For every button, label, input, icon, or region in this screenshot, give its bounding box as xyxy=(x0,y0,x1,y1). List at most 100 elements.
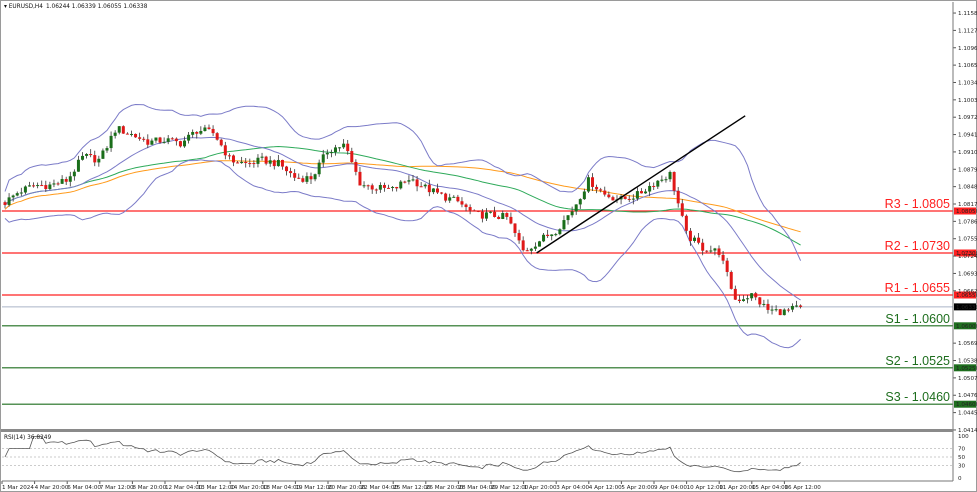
candle-bear xyxy=(285,166,289,172)
candle-bull xyxy=(770,309,774,311)
ma-fast-line xyxy=(4,145,801,246)
candle-bear xyxy=(280,159,284,167)
candle-bull xyxy=(162,141,166,143)
time-tick-label: 4 Mar 20:00 xyxy=(35,485,69,491)
candle-bear xyxy=(476,210,480,212)
candle-bear xyxy=(525,250,529,252)
candle-bear xyxy=(40,185,44,187)
time-tick-label: 11 Apr 20:00 xyxy=(719,485,756,491)
candle-bear xyxy=(231,155,235,163)
candle-bull xyxy=(566,215,570,221)
candle-bull xyxy=(11,195,15,198)
rsi-tick-label: 70 xyxy=(958,447,966,453)
time-tick-label: 1 Apr 20:00 xyxy=(524,485,557,491)
candle-bull xyxy=(570,211,574,216)
time-tick-label: 7 Mar 12:00 xyxy=(100,485,134,491)
bollinger-middle xyxy=(4,136,801,301)
time-tick-label: 9 Apr 04:00 xyxy=(654,485,687,491)
price-tick-label: 1.09105 xyxy=(958,150,977,156)
price-tick-label: 1.06625 xyxy=(958,289,977,295)
candle-bull xyxy=(631,198,635,200)
candle-bull xyxy=(150,140,154,145)
candle-bull xyxy=(411,179,415,181)
bollinger-lower xyxy=(4,159,801,349)
candle-bull xyxy=(109,135,113,149)
candle-bear xyxy=(468,207,472,211)
candle-bull xyxy=(542,234,546,242)
price-tick-label: 1.07245 xyxy=(958,254,977,260)
candle-bull xyxy=(648,185,652,192)
time-tick-label: 3 Apr 04:00 xyxy=(556,485,589,491)
candle-bear xyxy=(456,196,460,202)
candle-bear xyxy=(142,138,146,140)
candle-bear xyxy=(652,185,656,187)
candle-bear xyxy=(264,156,268,164)
time-tick-label: 1 Mar 2024 xyxy=(2,485,34,491)
ma-slow-line xyxy=(4,160,801,233)
rsi-tick-label: 50 xyxy=(958,455,966,461)
candle-bull xyxy=(448,197,452,201)
candle-bear xyxy=(125,133,129,135)
candle-bear xyxy=(272,160,276,167)
candle-bear xyxy=(595,186,599,190)
candle-bull xyxy=(76,159,80,172)
candle-bull xyxy=(7,197,11,205)
price-tick-label: 1.10345 xyxy=(958,80,977,86)
candle-bear xyxy=(366,185,370,187)
level-price-tag-text: 1.08050 xyxy=(956,209,977,215)
candle-bear xyxy=(729,271,733,289)
candle-bull xyxy=(117,126,121,133)
candle-bull xyxy=(27,185,31,187)
candle-bull xyxy=(199,130,203,134)
level-price-tag-text: 1.04600 xyxy=(956,402,977,408)
candle-bull xyxy=(48,184,52,190)
candle-bear xyxy=(138,137,142,139)
chart-title: ▾ EURUSD,H4 1.06244 1.06339 1.06055 1.063… xyxy=(4,4,148,10)
candle-bear xyxy=(158,137,162,143)
candle-bull xyxy=(489,211,493,213)
candle-bull xyxy=(656,180,660,187)
candle-bull xyxy=(187,134,191,141)
price-tick-label: 1.09415 xyxy=(958,133,977,139)
candle-bull xyxy=(329,152,333,154)
time-tick-label: 6 Mar 04:00 xyxy=(67,485,101,491)
candle-bear xyxy=(89,153,93,156)
candle-bear xyxy=(297,177,301,179)
candle-bear xyxy=(370,185,374,190)
symbol-label: EURUSD,H4 xyxy=(9,4,44,10)
candle-bear xyxy=(415,179,419,187)
candle-bull xyxy=(129,133,133,135)
rsi-tick-label: 30 xyxy=(958,463,966,469)
pane-separator[interactable] xyxy=(1,429,953,432)
candle-bear xyxy=(460,201,464,205)
candle-bear xyxy=(786,309,790,311)
rsi-title: RSI(14) 36.8249 xyxy=(4,435,51,441)
price-chart[interactable]: R3 - 1.08051.08050R2 - 1.07301.07300R1 -… xyxy=(0,0,977,492)
candle-bear xyxy=(195,131,199,134)
candle-bull xyxy=(325,152,329,155)
candle-bear xyxy=(358,171,362,186)
candle-bull xyxy=(644,191,648,194)
candle-bear xyxy=(395,186,399,189)
price-tick-label: 1.05070 xyxy=(958,376,977,382)
candle-bear xyxy=(435,188,439,193)
candle-bull xyxy=(501,213,505,219)
candle-bull xyxy=(101,150,105,159)
level-label-r1: R1 - 1.0655 xyxy=(885,281,950,295)
candle-bull xyxy=(391,186,395,188)
candle-bear xyxy=(684,215,688,231)
price-tick-label: 1.10035 xyxy=(958,98,977,104)
candle-bull xyxy=(105,148,109,151)
candle-bull xyxy=(664,179,668,181)
candle-bull xyxy=(113,132,117,136)
candle-bull xyxy=(537,241,541,247)
candle-bull xyxy=(154,137,158,141)
candle-bear xyxy=(382,184,386,188)
candle-bull xyxy=(19,192,23,194)
candle-bear xyxy=(778,309,782,316)
candle-bear xyxy=(697,237,701,243)
candle-bear xyxy=(444,193,448,201)
candle-bear xyxy=(497,216,501,219)
candle-bull xyxy=(68,176,72,182)
candle-bear xyxy=(480,211,484,219)
